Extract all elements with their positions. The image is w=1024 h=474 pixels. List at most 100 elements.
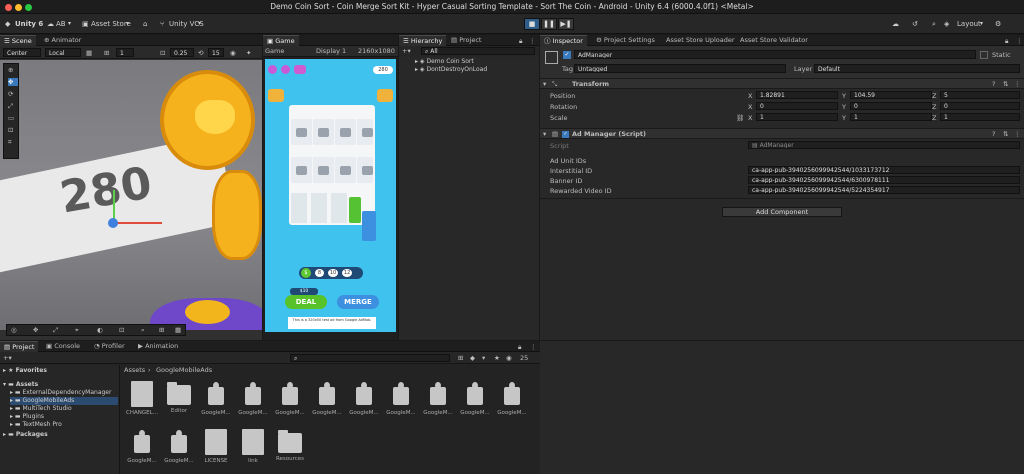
transform-y-field[interactable]: 0 <box>850 102 932 110</box>
rotate-snap-field[interactable]: 15 <box>208 48 224 57</box>
tab-animator[interactable]: ⊕ Animator <box>40 35 85 46</box>
shop-button-icon[interactable] <box>281 65 290 74</box>
asset-item[interactable]: GoogleM... <box>272 381 308 416</box>
rect-tool-icon[interactable]: ▭ <box>8 114 14 122</box>
overlay-tool-icon[interactable]: ◎ <box>11 326 17 334</box>
settings-icon[interactable]: ⚙ <box>995 18 1001 30</box>
view-tool-icon[interactable]: ⊕ <box>8 66 13 74</box>
eye-icon[interactable]: ◉ <box>506 354 512 362</box>
grid-size-field[interactable]: 1 <box>116 48 134 57</box>
active-checkbox[interactable]: ✓ <box>563 51 571 59</box>
locked-slot[interactable] <box>357 119 373 145</box>
locked-slot[interactable] <box>335 119 356 145</box>
step-button[interactable]: ▶❚ <box>558 18 574 30</box>
layout-dropdown[interactable]: Layout <box>957 18 981 30</box>
cloud-services-icon[interactable]: ☁ <box>892 18 899 30</box>
camera-icon[interactable]: ◉ <box>230 49 236 57</box>
more-icon[interactable]: ⋮ <box>1016 37 1023 45</box>
scene-viewport[interactable]: 280 ⊕ ✥ ⟳ ⤢ ▭ ⊡ ⌗ <box>0 60 262 330</box>
account-button[interactable]: AB <box>56 18 66 30</box>
overlay-tool-icon[interactable]: ⊞ <box>159 326 164 334</box>
maximize-window-icon[interactable] <box>25 4 32 11</box>
tab-asset-store-validator[interactable]: Asset Store Validator <box>736 35 812 46</box>
snap-icon[interactable]: ⊞ <box>104 49 109 57</box>
tree-item-selected[interactable]: ▸ ▬ GoogleMobileAds <box>10 397 118 405</box>
settings-button-icon[interactable] <box>268 65 277 74</box>
locked-slot[interactable] <box>335 157 356 183</box>
tab-project-bottom[interactable]: ▤ Project <box>0 341 39 352</box>
breadcrumb-current[interactable]: GoogleMobileAds <box>156 366 212 374</box>
search-icon[interactable]: ⌕ <box>932 18 936 30</box>
asset-item[interactable]: GoogleM... <box>383 381 419 416</box>
tab-console[interactable]: ▣ Console <box>42 341 84 352</box>
pivot-local-dropdown[interactable]: Local <box>45 48 81 57</box>
more-icon[interactable]: ⋮ <box>1014 80 1021 88</box>
asset-item[interactable]: GoogleM... <box>494 381 530 416</box>
asset-item[interactable]: GoogleM... <box>346 381 382 416</box>
asset-item[interactable]: Resources <box>272 429 308 462</box>
unity-logo-icon[interactable]: ◆ <box>5 18 10 30</box>
lock-icon[interactable]: 🔒︎ <box>1005 37 1008 45</box>
help-icon[interactable]: ? <box>992 80 995 88</box>
game-screen[interactable]: 280 $ 8 10 12 $10 DEAL MERGE This is a 3… <box>265 59 396 332</box>
overlay-tool-icon[interactable]: ✥ <box>33 326 38 334</box>
pause-button[interactable]: ❚❚ <box>541 18 557 30</box>
store-button-icon[interactable] <box>294 65 306 74</box>
admanager-header[interactable]: ▾ ▤ ✓ Ad Manager (Script) ? ⇅ ⋮ <box>540 128 1024 139</box>
gizmo-x-axis[interactable] <box>114 222 162 224</box>
locked-slot[interactable] <box>313 119 334 145</box>
asset-item[interactable]: GoogleM... <box>309 381 345 416</box>
right-booster-icon[interactable] <box>377 89 393 102</box>
filter-icon[interactable]: ⊞ <box>458 354 463 362</box>
transform-x-field[interactable]: 1 <box>756 113 838 121</box>
grid-icon[interactable]: ▦ <box>86 49 92 57</box>
more-icon[interactable]: ⋮ <box>1014 130 1021 138</box>
locked-slot[interactable] <box>357 157 373 183</box>
tab-scene[interactable]: ☰ Scene <box>0 35 36 46</box>
overlay-tool-icon[interactable]: ⊡ <box>119 326 124 334</box>
component-enabled-checkbox[interactable]: ✓ <box>562 131 569 138</box>
asset-item[interactable]: GoogleM... <box>198 381 234 416</box>
transform-tool-icon[interactable]: ⊡ <box>8 126 13 134</box>
asset-item[interactable]: GoogleM... <box>235 381 271 416</box>
coin-slot[interactable] <box>331 193 347 223</box>
move-tool-icon[interactable]: ✥ <box>8 78 18 86</box>
locked-slot[interactable] <box>291 157 312 183</box>
object-name-field[interactable]: AdManager <box>574 50 976 59</box>
hierarchy-search-input[interactable]: ⌕ All <box>421 47 535 55</box>
left-booster-icon[interactable] <box>268 89 284 102</box>
merge-button[interactable]: MERGE <box>337 295 379 309</box>
unlock-slot[interactable] <box>349 197 361 223</box>
tab-profiler[interactable]: ◔ Profiler <box>90 341 129 352</box>
tab-game[interactable]: ▣ Game <box>263 35 299 46</box>
asset-item[interactable]: Editor <box>161 381 197 414</box>
lock-icon[interactable]: 🔒︎ <box>519 37 522 45</box>
layer-dropdown[interactable]: Default <box>814 64 1020 73</box>
tree-item[interactable]: ▸ ▬ ExternalDependencyManager <box>10 389 111 397</box>
tree-item[interactable]: ▸ ▬ MultiTech Studio <box>10 405 72 413</box>
tab-inspector[interactable]: ⓘ Inspector <box>540 35 587 46</box>
tab-hierarchy[interactable]: ☰ Hierarchy <box>399 35 447 46</box>
more-icon[interactable]: ⋮ <box>530 343 537 351</box>
add-component-button[interactable]: Add Component <box>722 207 842 217</box>
favorites-item[interactable]: ▸ ★ Favorites <box>3 367 47 375</box>
asset-item[interactable]: GoogleM... <box>124 429 160 464</box>
transform-y-field[interactable]: 104.59 <box>850 91 932 99</box>
transform-header[interactable]: ▾ ⤡ Transform ? ⇅ ⋮ <box>540 78 1024 89</box>
tag-dropdown[interactable]: Untagged <box>574 64 786 73</box>
resolution-dropdown[interactable]: 2160x1080 <box>358 47 395 55</box>
ad-unit-id-field[interactable]: ca-app-pub-3940256099942544/5224354917 <box>748 186 1020 194</box>
asset-item[interactable]: GoogleM... <box>420 381 456 416</box>
unity-version-button[interactable]: Unity 6 <box>15 18 43 30</box>
favorite-icon[interactable]: ★ <box>494 354 500 362</box>
help-icon[interactable]: ? <box>992 130 995 138</box>
preset-icon[interactable]: ⇅ <box>1003 80 1008 88</box>
overlay-tool-icon[interactable]: ⌖ <box>75 326 79 334</box>
transform-z-field[interactable]: 1 <box>940 113 1020 121</box>
search-type-icon[interactable]: ▾ <box>482 354 485 362</box>
overlay-tool-icon[interactable]: ⤢ <box>53 326 58 334</box>
hierarchy-item[interactable]: ▸ ◈ Demo Coin Sort <box>415 58 474 66</box>
transform-x-field[interactable]: 0 <box>756 102 838 110</box>
static-checkbox[interactable] <box>980 51 988 59</box>
lock-icon[interactable]: 🔒︎ <box>518 343 521 351</box>
